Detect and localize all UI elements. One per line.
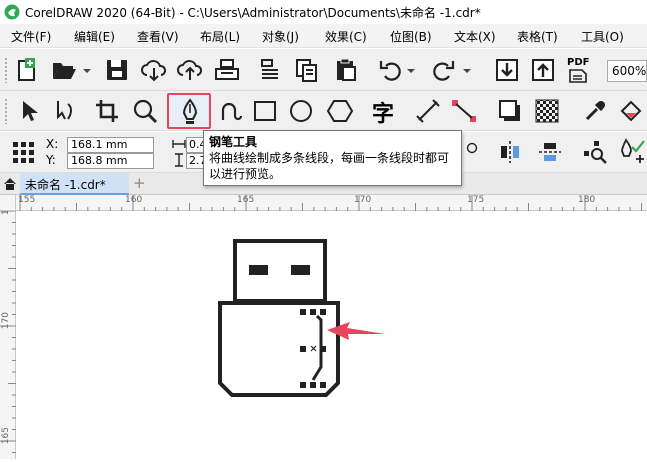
ruler-h-label: 180 — [578, 195, 596, 205]
import-icon[interactable] — [494, 57, 520, 83]
node-search-icon[interactable] — [582, 139, 608, 165]
menu-effects[interactable]: 效果(C) — [325, 28, 367, 45]
height-input[interactable]: 2.7 — [186, 153, 204, 169]
tab-document[interactable]: 未命名 -1.cdr* — [20, 173, 129, 195]
object-origin-icon[interactable] — [12, 141, 36, 165]
ruler-h-label: 170 — [354, 195, 372, 205]
add-tab-button[interactable]: + — [133, 174, 146, 192]
coreldraw-logo-icon — [4, 4, 20, 20]
height-icon — [175, 153, 183, 167]
print-icon[interactable] — [213, 57, 241, 83]
menu-view[interactable]: 查看(V) — [137, 28, 179, 45]
color-eyedropper-tool-icon[interactable] — [582, 98, 608, 124]
export-icon[interactable] — [530, 57, 556, 83]
close-curve-icon[interactable] — [466, 142, 478, 154]
drop-shadow-tool-icon[interactable] — [497, 98, 523, 124]
x-position-input[interactable]: 168.1 mm — [67, 137, 154, 153]
interactive-fill-tool-icon[interactable] — [618, 98, 646, 124]
home-icon[interactable] — [3, 177, 17, 191]
menu-tools[interactable]: 工具(O) — [581, 28, 624, 45]
zoom-level-input[interactable]: 600% — [607, 60, 647, 82]
ruler-h-label: 155 — [18, 195, 36, 205]
parallel-dimension-tool-icon[interactable] — [415, 98, 441, 124]
vertical-ruler[interactable]: 175 170 165 — [0, 195, 16, 459]
drawing-canvas[interactable] — [17, 212, 647, 459]
usb-slot-right — [291, 265, 310, 275]
polygon-tool-icon[interactable] — [326, 98, 354, 124]
pdf-document-icon — [569, 69, 587, 83]
pen-preview-toggle-icon[interactable] — [616, 137, 646, 167]
ruler-h-label: 175 — [467, 195, 485, 205]
undo-icon[interactable] — [378, 57, 404, 83]
transparency-tool-icon[interactable] — [534, 98, 560, 124]
x-position-label: X: — [46, 137, 59, 151]
ruler-v-label: 170 — [1, 312, 11, 330]
width-input[interactable]: 0.4 — [186, 137, 204, 153]
open-folder-icon[interactable] — [50, 57, 78, 83]
connector-tool-icon[interactable] — [450, 98, 478, 124]
menu-file[interactable]: 文件(F) — [11, 28, 51, 45]
toolbox: 字 — [0, 91, 647, 131]
mirror-vertical-icon[interactable] — [537, 139, 563, 165]
pen-tool-button[interactable] — [167, 93, 211, 129]
cloud-upload-icon[interactable] — [176, 57, 204, 83]
tooltip-description: 将曲线绘制成多条线段，每画一条线段时都可以进行预览。 — [209, 151, 450, 181]
ruler-origin[interactable] — [0, 195, 16, 211]
save-icon[interactable] — [104, 57, 130, 83]
width-icon — [172, 140, 186, 148]
y-position-input[interactable]: 168.8 mm — [67, 153, 154, 169]
redo-icon[interactable] — [430, 57, 456, 83]
zoom-tool-icon[interactable] — [132, 98, 160, 124]
y-position-label: Y: — [46, 153, 56, 167]
toolbar-grip[interactable] — [4, 57, 8, 83]
menu-bitmaps[interactable]: 位图(B) — [390, 28, 432, 45]
toolbox-grip[interactable] — [4, 98, 8, 124]
shape-tool-icon[interactable] — [52, 98, 78, 124]
pen-tool-tooltip: 钢笔工具 将曲线绘制成多条线段，每画一条线段时都可以进行预览。 — [203, 130, 462, 186]
menu-object[interactable]: 对象(J) — [262, 28, 299, 45]
ruler-v-label: 165 — [1, 427, 11, 445]
usb-connector-shape[interactable] — [233, 239, 327, 303]
window-title: CorelDRAW 2020 (64-Bit) - C:\Users\Admin… — [25, 5, 481, 20]
smart-fill-tool-icon[interactable] — [217, 98, 243, 124]
new-document-icon[interactable] — [14, 57, 40, 83]
tooltip-title: 钢笔工具 — [209, 135, 258, 149]
ruler-h-label: 165 — [237, 195, 255, 205]
crop-tool-icon[interactable] — [94, 98, 120, 124]
insert-barcode-icon[interactable] — [258, 57, 282, 83]
pdf-label: PDF — [567, 57, 590, 68]
title-bar: CorelDRAW 2020 (64-Bit) - C:\Users\Admin… — [0, 0, 647, 24]
menu-layout[interactable]: 布局(L) — [200, 28, 240, 45]
paste-icon[interactable] — [333, 57, 359, 83]
drawing-page — [218, 239, 385, 397]
menu-bar: 文件(F) 编辑(E) 查看(V) 布局(L) 对象(J) 效果(C) 位图(B… — [0, 24, 647, 48]
redo-dropdown-chevron-icon[interactable] — [462, 67, 472, 75]
horizontal-ruler-ticks — [19, 195, 642, 211]
pick-tool-icon[interactable] — [17, 98, 41, 124]
menu-edit[interactable]: 编辑(E) — [74, 28, 115, 45]
ruler-h-label: 160 — [125, 195, 143, 205]
ellipse-tool-icon[interactable] — [288, 98, 314, 124]
text-tool-button[interactable]: 字 — [370, 96, 396, 127]
menu-table[interactable]: 表格(T) — [517, 28, 558, 45]
undo-dropdown-chevron-icon[interactable] — [406, 67, 416, 75]
mirror-horizontal-icon[interactable] — [497, 139, 523, 165]
open-dropdown-chevron-icon[interactable] — [82, 67, 92, 75]
pen-tool-icon — [182, 98, 198, 124]
horizontal-ruler[interactable]: 155 160 165 170 175 180 — [16, 195, 647, 211]
copy-document-icon[interactable] — [294, 57, 320, 83]
standard-toolbar: PDF 600% — [0, 49, 647, 91]
rectangle-tool-icon[interactable] — [252, 98, 278, 124]
publish-pdf-button[interactable]: PDF — [566, 57, 594, 83]
usb-slot-left — [249, 265, 268, 275]
menu-text[interactable]: 文本(X) — [454, 28, 496, 45]
cloud-download-icon[interactable] — [140, 57, 168, 83]
